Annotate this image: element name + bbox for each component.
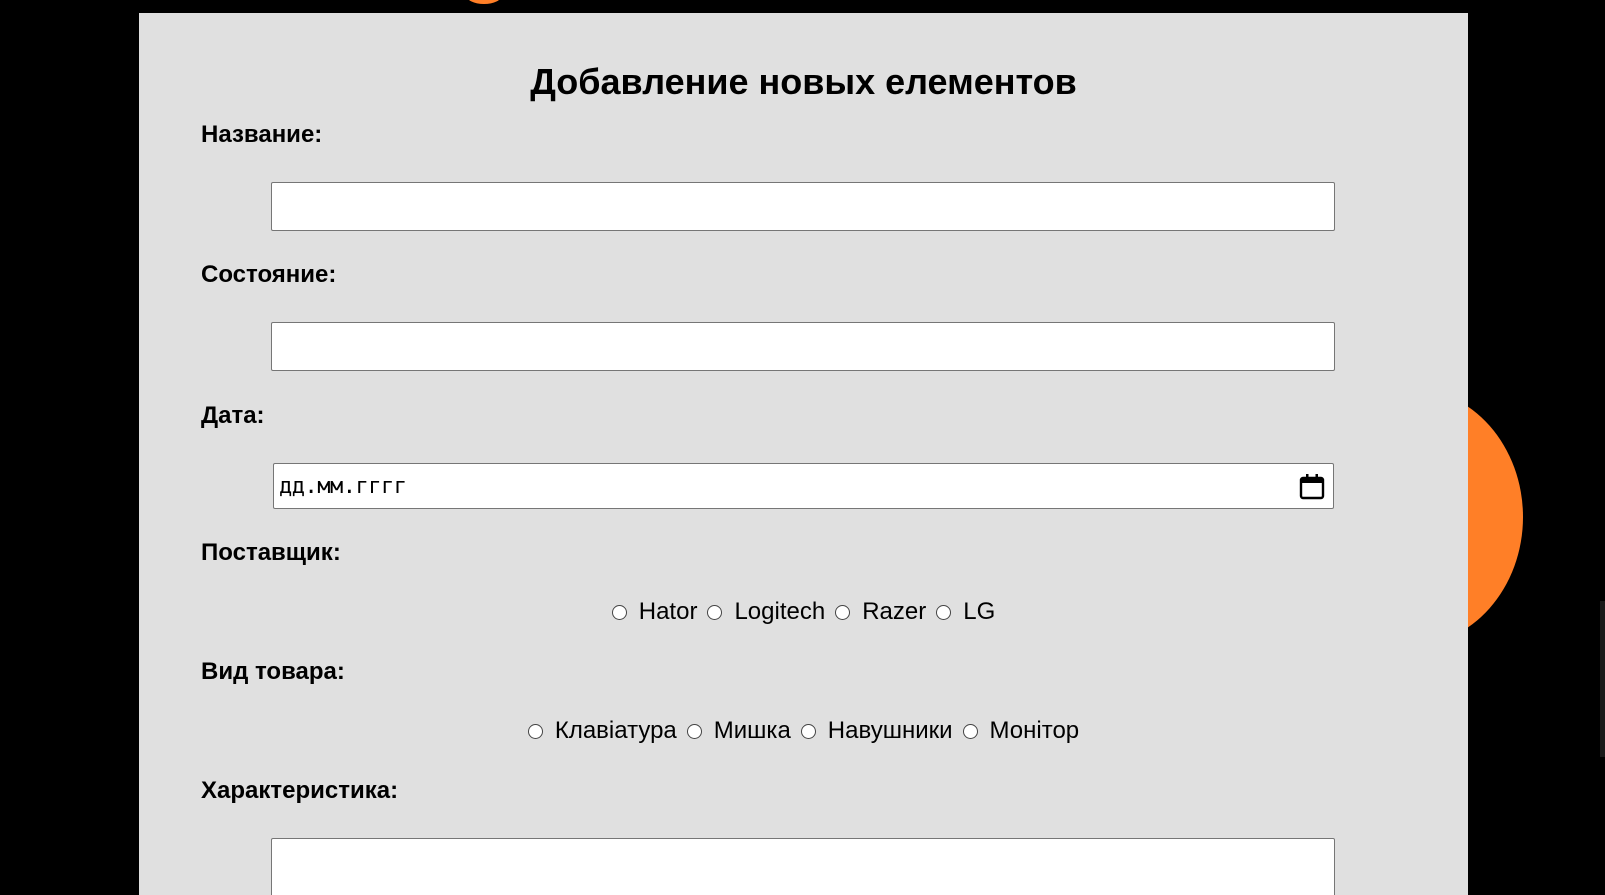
radio-button[interactable] — [962, 723, 978, 739]
radio-button[interactable] — [800, 723, 816, 739]
state-input[interactable] — [271, 322, 1335, 371]
product-type-option-keyboard[interactable]: Клавіатура — [527, 717, 677, 745]
product-type-radio-group: Клавіатура Мишка Навушники Монітор — [139, 717, 1468, 745]
supplier-option-hator[interactable]: Hator — [611, 598, 698, 626]
radio-button[interactable] — [835, 604, 851, 620]
name-input[interactable] — [271, 182, 1335, 231]
radio-label: Монітор — [989, 717, 1080, 744]
decorative-orange-shape-top — [466, 0, 502, 4]
radio-label: Навушники — [827, 717, 953, 744]
form-panel: Добавление новых елементов Название: Сос… — [139, 13, 1468, 895]
radio-label: LG — [963, 598, 996, 625]
date-placeholder: дд.мм.гггг — [279, 474, 407, 499]
characteristic-label: Характеристика: — [201, 777, 399, 804]
radio-button[interactable] — [611, 604, 627, 620]
date-label: Дата: — [201, 402, 265, 429]
supplier-option-razer[interactable]: Razer — [835, 598, 926, 626]
scrollbar-track[interactable] — [1600, 601, 1605, 757]
product-type-label: Вид товара: — [201, 658, 345, 685]
radio-button[interactable] — [707, 604, 723, 620]
supplier-option-lg[interactable]: LG — [936, 598, 995, 626]
radio-label: Клавіатура — [554, 717, 677, 744]
radio-label: Hator — [638, 598, 698, 625]
form-title: Добавление новых елементов — [530, 61, 1077, 102]
product-type-option-mouse[interactable]: Мишка — [686, 717, 791, 745]
product-type-option-headphones[interactable]: Навушники — [800, 717, 953, 745]
calendar-icon[interactable] — [1299, 473, 1325, 500]
supplier-radio-group: Hator Logitech Razer LG — [139, 598, 1468, 626]
product-type-option-monitor[interactable]: Монітор — [962, 717, 1080, 745]
page-background: Добавление новых елементов Название: Сос… — [0, 0, 1605, 895]
characteristic-input[interactable] — [271, 838, 1335, 895]
state-label: Состояние: — [201, 261, 337, 288]
supplier-option-logitech[interactable]: Logitech — [707, 598, 825, 626]
radio-button[interactable] — [686, 723, 702, 739]
supplier-label: Поставщик: — [201, 539, 341, 566]
date-input[interactable]: дд.мм.гггг — [273, 463, 1334, 509]
radio-button[interactable] — [527, 723, 543, 739]
radio-label: Razer — [862, 598, 927, 625]
radio-label: Logitech — [734, 598, 826, 625]
radio-button[interactable] — [936, 604, 952, 620]
radio-label: Мишка — [713, 717, 791, 744]
name-label: Название: — [201, 121, 323, 148]
